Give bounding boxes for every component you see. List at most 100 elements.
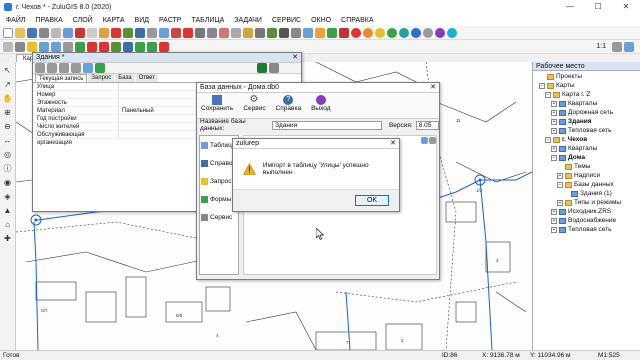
db-save-button[interactable]: Сохранить	[201, 95, 233, 116]
db-service-button[interactable]: ⚙ Сервис	[243, 95, 265, 116]
tree-item[interactable]: + Исходник.ZRS	[533, 207, 640, 216]
tree-item[interactable]: Темы	[533, 162, 640, 171]
calc-green-icon[interactable]	[387, 27, 397, 38]
calc-red-icon[interactable]	[351, 27, 361, 38]
tab-answer[interactable]: Ответ	[135, 74, 158, 82]
calc-purple-icon[interactable]	[435, 27, 445, 38]
expand-toggle-icon[interactable]: −	[539, 82, 545, 89]
zoom-icon[interactable]: ⊕	[3, 108, 13, 118]
tree-item[interactable]: + Водоснабжение	[533, 216, 640, 225]
message-box[interactable]: zulurep ✕ Импорт в таблицу 'Улицы' успеш…	[232, 138, 400, 212]
undo-icon[interactable]	[63, 27, 73, 38]
preview-icon[interactable]	[51, 27, 61, 38]
cube-icon[interactable]	[315, 27, 325, 38]
calc-cyan-icon[interactable]	[447, 27, 457, 38]
bubble-icon[interactable]: ◉	[3, 178, 13, 188]
expand-toggle-icon[interactable]: +	[551, 145, 557, 152]
menu-tasks[interactable]: ЗАДАЧИ	[234, 17, 262, 24]
record-close-icon[interactable]: ✕	[292, 53, 298, 63]
rect-icon[interactable]	[75, 41, 85, 52]
tree-item[interactable]: − Карты	[533, 81, 640, 90]
calc-yellow-icon[interactable]	[375, 27, 385, 38]
next-record-icon[interactable]	[59, 63, 69, 73]
measure-icon[interactable]	[291, 27, 301, 38]
polygon-icon[interactable]	[267, 27, 277, 38]
select-icon[interactable]	[123, 27, 133, 38]
last-record-icon[interactable]	[71, 63, 81, 73]
delete-icon[interactable]	[111, 27, 121, 38]
expand-toggle-icon[interactable]: −	[545, 136, 551, 143]
calc-orange-icon[interactable]	[363, 27, 373, 38]
db-name-field[interactable]: Здания	[272, 120, 382, 130]
ok-button[interactable]: OK	[355, 195, 389, 206]
menu-file[interactable]: ФАЙЛ	[6, 17, 25, 24]
expand-toggle-icon[interactable]: −	[557, 181, 563, 188]
db-help-button[interactable]: ? Справка	[276, 95, 301, 116]
tab-query[interactable]: Запрос	[88, 74, 115, 82]
zoom-out-icon[interactable]	[51, 41, 61, 52]
tree-item[interactable]: + Кварталы	[533, 99, 640, 108]
theme-icon[interactable]	[339, 27, 349, 38]
menu-window[interactable]: ОКНО	[311, 17, 331, 24]
tool-icon[interactable]	[195, 27, 205, 38]
layer-icon[interactable]	[159, 27, 169, 38]
grid-icon[interactable]	[231, 27, 241, 38]
expand-toggle-icon[interactable]: +	[551, 109, 557, 116]
text-icon[interactable]	[279, 27, 289, 38]
info-icon[interactable]	[123, 41, 133, 52]
excel-icon[interactable]	[257, 63, 267, 73]
open-icon[interactable]	[15, 27, 25, 38]
tree-item[interactable]: + Дорожная сеть	[533, 108, 640, 117]
db-version-field[interactable]: 8.05	[415, 120, 439, 130]
menu-raster[interactable]: РАСТР	[159, 17, 181, 24]
node-icon[interactable]	[255, 27, 265, 38]
expand-toggle-icon[interactable]: +	[551, 217, 557, 224]
home-icon[interactable]: ⌂	[3, 220, 13, 230]
message-box-titlebar[interactable]: zulurep ✕	[233, 139, 399, 149]
tree-item[interactable]: + Здания	[533, 117, 640, 126]
menu-map[interactable]: КАРТА	[103, 17, 125, 24]
zoom-level[interactable]: 1:1	[596, 43, 606, 50]
pointer-icon[interactable]: ↖	[3, 66, 13, 76]
first-record-icon[interactable]	[35, 63, 45, 73]
tree-item[interactable]: + Тепловая сеть	[533, 225, 640, 234]
network-icon[interactable]	[171, 27, 181, 38]
arrow-select-icon[interactable]	[15, 41, 25, 52]
expand-toggle-icon[interactable]: +	[551, 118, 557, 125]
measure-tool-icon[interactable]: ↔	[3, 136, 13, 146]
tree-item[interactable]: + Типы и режимы	[533, 198, 640, 207]
print-record-icon[interactable]	[269, 63, 279, 73]
pencil-icon[interactable]	[243, 27, 253, 38]
zoom-minus-icon[interactable]: ⊖	[3, 122, 13, 132]
calc-blue-icon[interactable]	[411, 27, 421, 38]
arrow-icon[interactable]	[207, 27, 217, 38]
tree-item[interactable]: + Кварталы	[533, 144, 640, 153]
record-window-titlebar[interactable]: Здания * ✕	[33, 53, 301, 63]
stop-icon[interactable]	[159, 41, 169, 52]
tree-item[interactable]: Здания (1)	[533, 189, 640, 198]
expand-toggle-icon[interactable]: +	[557, 199, 563, 206]
grid-select-icon[interactable]	[3, 41, 13, 52]
node-tool-icon[interactable]: ◈	[3, 192, 13, 202]
menu-edit[interactable]: ПРАВКА	[35, 17, 62, 24]
print-icon[interactable]	[39, 27, 49, 38]
tree-item[interactable]: − Базы данных	[533, 180, 640, 189]
menu-view[interactable]: ВИД	[135, 17, 149, 24]
paste-icon[interactable]	[99, 27, 109, 38]
table-icon[interactable]	[147, 27, 157, 38]
pan-icon[interactable]	[63, 41, 73, 52]
expand-toggle-icon[interactable]: +	[551, 100, 557, 107]
edit-icon[interactable]	[135, 27, 145, 38]
tab-base[interactable]: База	[115, 74, 135, 82]
tree-item[interactable]: − Карта г. Z	[533, 90, 640, 99]
database-window-titlebar[interactable]: База данных - Дома.db0 ✕	[197, 83, 439, 93]
zoom-in-icon[interactable]	[39, 41, 49, 52]
prev-record-icon[interactable]	[47, 63, 57, 73]
save-icon[interactable]	[27, 27, 37, 38]
tree-item[interactable]: − Дома	[533, 153, 640, 162]
refresh-record-icon[interactable]	[95, 63, 105, 73]
filter-icon[interactable]	[303, 27, 313, 38]
expand-toggle-icon[interactable]: +	[551, 226, 557, 233]
db-grid-view-icon[interactable]	[429, 137, 436, 144]
tab-current-record[interactable]: Текущая запись	[35, 74, 88, 82]
